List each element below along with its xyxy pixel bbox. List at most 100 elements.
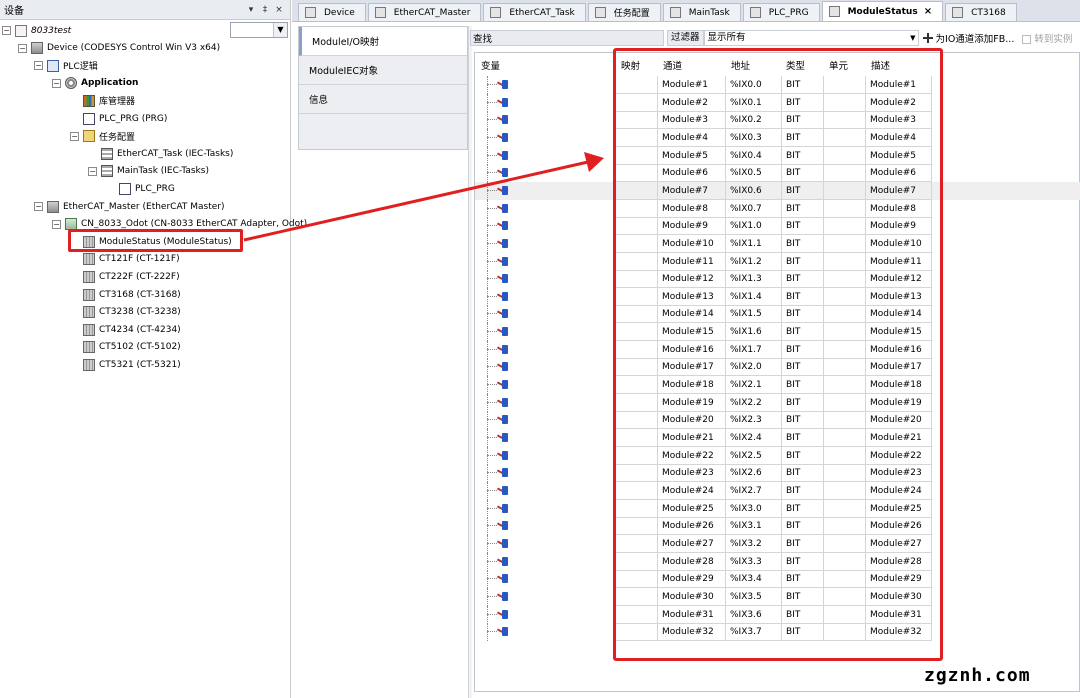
tree-node[interactable]: PLC_PRG (PRG)	[70, 110, 167, 127]
collapse-icon[interactable]: −	[52, 78, 61, 88]
tree-node[interactable]: PLC_PRG	[106, 180, 175, 197]
tree-line	[487, 517, 488, 536]
tree-node-label: CT3238 (CT-3238)	[99, 307, 181, 318]
tree-line	[487, 507, 497, 509]
goto-instance-label: 转到实例	[1034, 34, 1073, 45]
subtab-info[interactable]: 信息	[299, 85, 467, 114]
tree-line	[487, 366, 497, 368]
tree-node-label: PLC逻辑	[63, 62, 98, 73]
tab-ethercat-master[interactable]: EtherCAT_Master	[367, 3, 482, 21]
tree-line	[487, 481, 488, 500]
plus-icon	[922, 33, 933, 43]
tab-plc-prg[interactable]: PLC_PRG	[742, 3, 820, 21]
project-icon	[15, 24, 27, 37]
chevron-down-icon[interactable]: ▼	[273, 23, 287, 37]
subtab-io-mapping[interactable]: ModuleI/O映射	[299, 27, 467, 56]
tab-device[interactable]: Device	[298, 3, 366, 21]
task-config-icon	[83, 130, 95, 143]
tree-node[interactable]: − Application	[52, 75, 138, 92]
search-input[interactable]: 查找	[470, 30, 664, 46]
tab-label: Device	[324, 7, 355, 18]
editor-tab-bar: Device EtherCAT_Master EtherCAT_Task 任务配置 Ma…	[292, 0, 1080, 22]
plc-logic-icon	[47, 59, 59, 72]
tree-line	[487, 305, 488, 324]
tab-label: EtherCAT_Task	[509, 7, 575, 18]
tree-node[interactable]: CT5321 (CT-5321)	[70, 356, 181, 373]
input-channel-icon	[497, 97, 509, 108]
input-channel-icon	[497, 379, 509, 390]
collapse-icon[interactable]: −	[88, 166, 97, 176]
tree-node[interactable]: CT3238 (CT-3238)	[70, 304, 181, 321]
collapse-icon[interactable]: −	[18, 43, 27, 53]
tree-node-label: PLC_PRG	[135, 183, 175, 194]
tree-line	[487, 260, 497, 262]
tree-line	[487, 489, 497, 491]
chevron-down-icon[interactable]: ▼	[910, 31, 915, 45]
collapse-icon[interactable]: −	[52, 219, 61, 229]
input-channel-icon	[497, 344, 509, 355]
tree-line	[487, 525, 497, 527]
tree-node[interactable]: CT3168 (CT-3168)	[70, 286, 181, 303]
collapse-icon[interactable]: −	[34, 202, 43, 211]
tab-label: EtherCAT_Master	[393, 7, 471, 18]
tab-modulestatus[interactable]: ModuleStatus ×	[821, 1, 944, 21]
tree-line	[487, 136, 497, 138]
tree-line	[487, 340, 488, 359]
input-channel-icon	[497, 114, 509, 125]
tree-node-label: MainTask (IEC-Tasks)	[117, 166, 209, 177]
pou-icon	[83, 112, 95, 125]
module-icon	[83, 288, 95, 301]
collapse-icon[interactable]: −	[34, 61, 43, 71]
tree-line	[487, 437, 497, 438]
filter-value: 显示所有	[707, 32, 746, 43]
tree-node[interactable]: CT5102 (CT-5102)	[70, 339, 181, 356]
tree-node[interactable]: CT222F (CT-222F)	[70, 268, 180, 285]
tree-node[interactable]: CT4234 (CT-4234)	[70, 321, 181, 338]
tree-node[interactable]: − MainTask (IEC-Tasks)	[88, 163, 209, 180]
tab-label: ModuleStatus	[847, 6, 918, 17]
tree-node-label: 8033test	[31, 25, 72, 36]
tree-node[interactable]: CT121F (CT-121F)	[70, 251, 180, 268]
device-tree-combo[interactable]: ▼	[230, 22, 288, 38]
subtab-iec-objects[interactable]: ModuleIEC对象	[299, 56, 467, 85]
tree-node[interactable]: − 8033test	[2, 22, 71, 39]
module-icon	[83, 358, 95, 371]
tree-node-label: CT3168 (CT-3168)	[99, 289, 181, 300]
tab-label: PLC_PRG	[768, 7, 809, 18]
close-tab-icon[interactable]: ×	[924, 6, 932, 17]
tab-ct3168[interactable]: CT3168	[945, 3, 1017, 21]
application-icon	[65, 77, 77, 90]
filter-select[interactable]: 显示所有 ▼	[703, 30, 919, 46]
pane-dropdown-icon[interactable]: ▾	[244, 5, 258, 15]
close-pane-icon[interactable]: ×	[272, 5, 286, 15]
collapse-icon[interactable]: −	[70, 131, 79, 141]
tree-line	[487, 295, 497, 297]
add-fb-button[interactable]: 为IO通道添加FB...	[922, 31, 1014, 45]
tree-line	[487, 207, 497, 209]
tree-node[interactable]: − Device (CODESYS Control Win V3 x64)	[18, 40, 220, 57]
tab--[interactable]: 任务配置	[587, 3, 661, 21]
mapping-toolbar: 查找 过滤器 显示所有 ▼ 为IO通道添加FB... 转到实例	[470, 30, 1080, 46]
collapse-icon[interactable]: −	[2, 26, 11, 35]
tab-ethercat-task[interactable]: EtherCAT_Task	[483, 3, 586, 21]
tree-node[interactable]: EtherCAT_Task (IEC-Tasks)	[88, 145, 233, 162]
tree-line	[487, 154, 497, 156]
tree-line	[487, 411, 488, 430]
tree-node[interactable]: 库管理器	[70, 92, 135, 109]
header-variable[interactable]: 变量	[481, 58, 500, 72]
input-channel-icon	[497, 520, 509, 531]
tab-maintask[interactable]: MainTask	[662, 3, 741, 21]
tree-line	[487, 189, 497, 191]
input-channel-icon	[497, 414, 509, 425]
tree-line	[487, 552, 488, 571]
splitter[interactable]	[468, 26, 472, 698]
input-channel-icon	[497, 132, 509, 143]
tree-node[interactable]: − 任务配置	[70, 128, 135, 145]
tree-node[interactable]: − EtherCAT_Master (EtherCAT Master)	[34, 198, 225, 215]
tree-line	[487, 76, 488, 94]
input-channel-icon	[497, 256, 509, 267]
goto-instance-button[interactable]: 转到实例	[1022, 31, 1072, 45]
pin-icon[interactable]: ‡	[258, 5, 272, 15]
tree-node[interactable]: − PLC逻辑	[34, 57, 98, 74]
tree-line	[487, 358, 488, 377]
